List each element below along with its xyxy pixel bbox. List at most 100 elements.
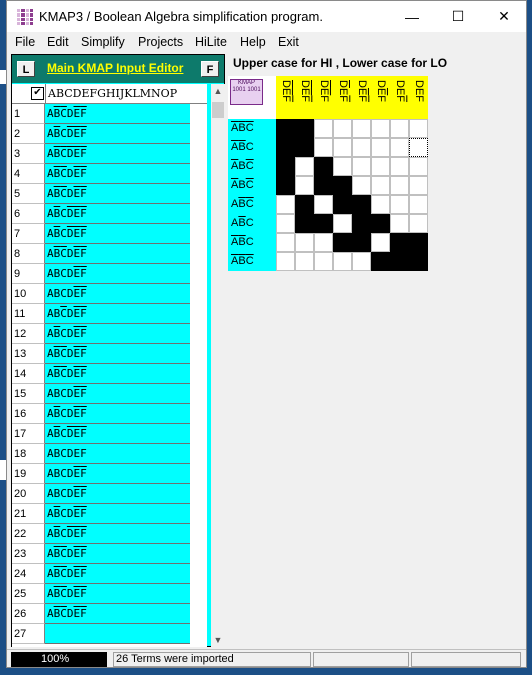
kmap-cell[interactable] <box>352 119 371 138</box>
kmap-cell[interactable] <box>276 176 295 195</box>
term-cell[interactable]: ABCDEF <box>45 284 190 304</box>
table-row[interactable]: 22 ABCDEF <box>12 524 207 544</box>
term-cell[interactable]: ABCDEF <box>45 384 190 404</box>
kmap-cell[interactable] <box>295 195 314 214</box>
menu-edit[interactable]: Edit <box>47 35 69 49</box>
table-row[interactable]: 17 ABCDEF <box>12 424 207 444</box>
term-cell[interactable]: ABCDEF <box>45 504 190 524</box>
term-cell[interactable]: ABCDEF <box>45 184 190 204</box>
kmap-cell[interactable] <box>371 157 390 176</box>
kmap-cell[interactable] <box>314 138 333 157</box>
term-cell[interactable]: ABCDEF <box>45 244 190 264</box>
menu-file[interactable]: File <box>15 35 35 49</box>
term-cell[interactable]: ABCDEF <box>45 524 190 544</box>
editor-right-button[interactable]: F <box>201 61 219 77</box>
table-row[interactable]: 23 ABCDEF <box>12 544 207 564</box>
kmap-cell[interactable] <box>390 233 409 252</box>
table-row[interactable]: 24 ABCDEF <box>12 564 207 584</box>
header-checkbox[interactable]: ✔ <box>31 87 44 100</box>
table-row[interactable]: 8 ABCDEF <box>12 244 207 264</box>
term-cell[interactable]: ABCDEF <box>45 544 190 564</box>
kmap-cell[interactable] <box>314 214 333 233</box>
kmap-cell[interactable] <box>409 157 428 176</box>
kmap-cell[interactable] <box>276 195 295 214</box>
kmap-cell[interactable] <box>333 233 352 252</box>
table-row[interactable]: 16 ABCDEF <box>12 404 207 424</box>
kmap-cell[interactable] <box>352 157 371 176</box>
term-cell[interactable]: ABCDEF <box>45 424 190 444</box>
table-row[interactable]: 19 ABCDEF <box>12 464 207 484</box>
close-button[interactable]: ✕ <box>481 1 526 32</box>
kmap-cell[interactable] <box>276 138 295 157</box>
kmap-cell[interactable] <box>352 176 371 195</box>
menu-projects[interactable]: Projects <box>138 35 183 49</box>
kmap-cell[interactable] <box>276 119 295 138</box>
table-row[interactable]: 11 ABCDEF <box>12 304 207 324</box>
term-cell[interactable]: ABCDEF <box>45 144 190 164</box>
table-row[interactable]: 10 ABCDEF <box>12 284 207 304</box>
scroll-down-arrow-icon[interactable]: ▼ <box>211 633 225 647</box>
kmap-cell[interactable] <box>276 252 295 271</box>
kmap-cell[interactable] <box>352 214 371 233</box>
kmap-cell[interactable] <box>314 176 333 195</box>
kmap-cell[interactable] <box>390 138 409 157</box>
kmap-cell[interactable] <box>409 176 428 195</box>
term-cell[interactable]: ABCDEF <box>45 324 190 344</box>
kmap-cell[interactable] <box>409 214 428 233</box>
kmap-cell[interactable] <box>295 119 314 138</box>
term-cell[interactable]: ABCDEF <box>45 604 190 624</box>
kmap-cell[interactable] <box>295 214 314 233</box>
term-cell[interactable]: ABCDEF <box>45 104 190 124</box>
table-row[interactable]: 7 ABCDEF <box>12 224 207 244</box>
kmap-cell[interactable] <box>333 157 352 176</box>
table-row[interactable]: 26 ABCDEF <box>12 604 207 624</box>
table-row[interactable]: 20 ABCDEF <box>12 484 207 504</box>
menu-help[interactable]: Help <box>240 35 266 49</box>
table-row[interactable]: 5 ABCDEF <box>12 184 207 204</box>
kmap-cell[interactable] <box>314 157 333 176</box>
menu-exit[interactable]: Exit <box>278 35 299 49</box>
kmap-cell[interactable] <box>409 195 428 214</box>
kmap-cell[interactable] <box>409 252 428 271</box>
kmap-cell[interactable] <box>333 119 352 138</box>
term-cell[interactable]: ABCDEF <box>45 304 190 324</box>
kmap-cell[interactable] <box>333 252 352 271</box>
table-row[interactable]: 6 ABCDEF <box>12 204 207 224</box>
table-row[interactable]: 15 ABCDEF <box>12 384 207 404</box>
editor-left-button[interactable]: L <box>17 61 35 77</box>
kmap-cell[interactable] <box>352 252 371 271</box>
menu-hilite[interactable]: HiLite <box>195 35 227 49</box>
kmap-cell[interactable] <box>333 195 352 214</box>
kmap-cell[interactable] <box>295 138 314 157</box>
minimize-button[interactable]: — <box>389 1 435 32</box>
table-row[interactable]: 25 ABCDEF <box>12 584 207 604</box>
table-row[interactable]: 27 <box>12 624 207 644</box>
maximize-button[interactable]: ☐ <box>435 1 481 32</box>
term-cell[interactable]: ABCDEF <box>45 564 190 584</box>
term-cell[interactable]: ABCDEF <box>45 364 190 384</box>
table-row[interactable]: 4 ABCDEF <box>12 164 207 184</box>
kmap-cell[interactable] <box>371 252 390 271</box>
kmap-cell[interactable] <box>409 233 428 252</box>
term-cell[interactable]: ABCDEF <box>45 484 190 504</box>
kmap-cell[interactable] <box>295 233 314 252</box>
kmap-cell[interactable] <box>390 119 409 138</box>
kmap-cell[interactable] <box>333 176 352 195</box>
title-bar[interactable]: KMAP3 / Boolean Algebra simplification p… <box>7 1 526 32</box>
term-cell[interactable] <box>45 624 190 644</box>
kmap-cell[interactable] <box>352 195 371 214</box>
scroll-thumb[interactable] <box>212 102 224 118</box>
kmap-cell[interactable] <box>295 176 314 195</box>
table-row[interactable]: 13 ABCDEF <box>12 344 207 364</box>
kmap-cell[interactable] <box>390 214 409 233</box>
kmap-cell[interactable] <box>371 233 390 252</box>
kmap-cell[interactable] <box>371 214 390 233</box>
kmap-cell[interactable] <box>371 176 390 195</box>
kmap-cell[interactable] <box>409 138 428 157</box>
table-row[interactable]: 21 ABCDEF <box>12 504 207 524</box>
term-cell[interactable]: ABCDEF <box>45 464 190 484</box>
table-row[interactable]: 2 ABCDEF <box>12 124 207 144</box>
kmap-cell[interactable] <box>276 214 295 233</box>
kmap-cell[interactable] <box>409 119 428 138</box>
kmap-cell[interactable] <box>390 195 409 214</box>
